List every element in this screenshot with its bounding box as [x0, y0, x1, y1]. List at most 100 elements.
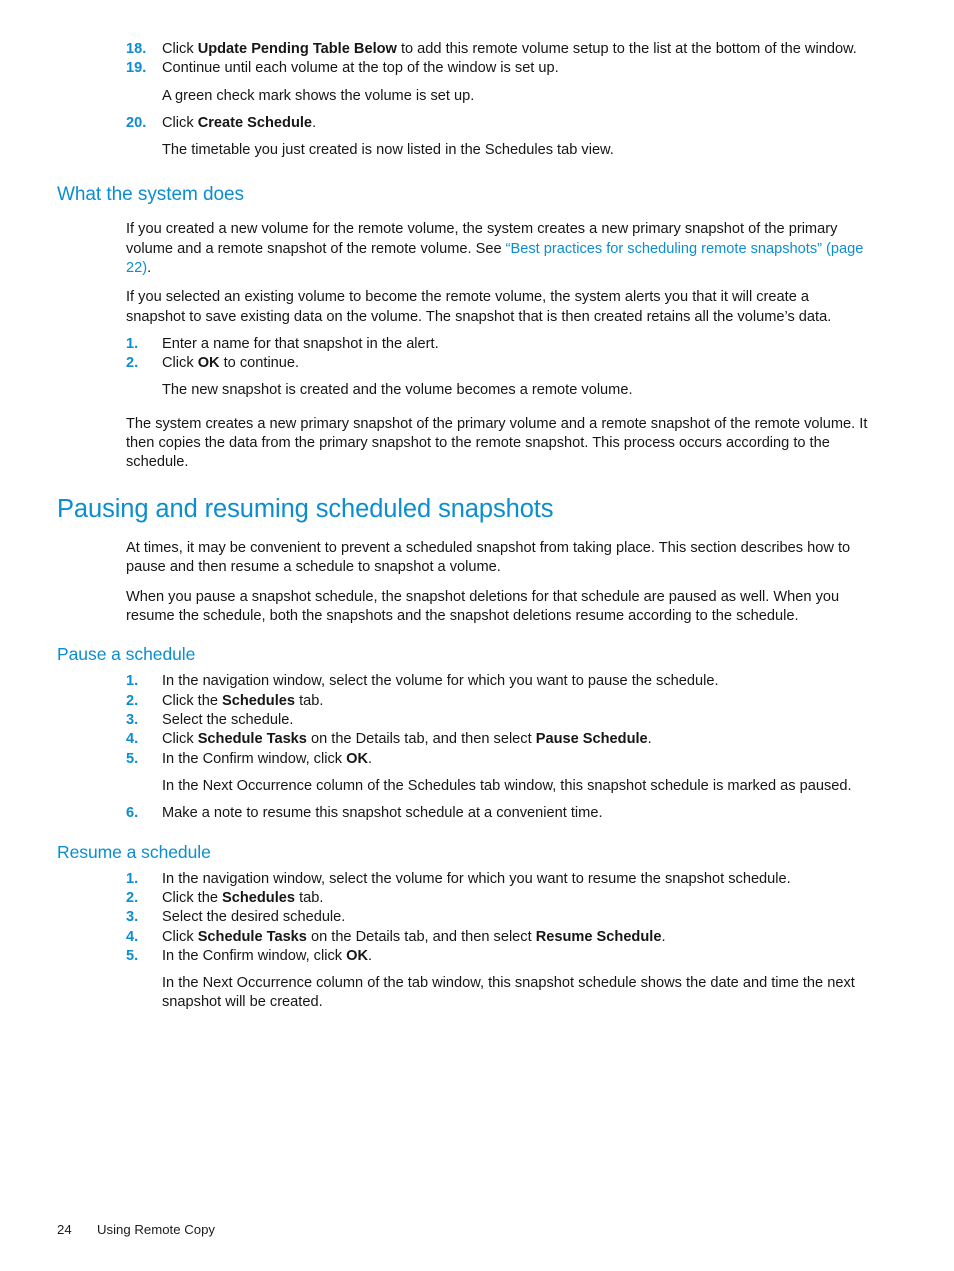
- list-item-number: 1.: [126, 870, 139, 887]
- text-pre: Click: [162, 355, 198, 372]
- list-item: 1. In the navigation window, select the …: [57, 672, 869, 691]
- list-item-text: Make a note to resume this snapshot sche…: [162, 805, 603, 822]
- footer-chapter-title: Using Remote Copy: [97, 1222, 216, 1237]
- list-item-text: Click Create Schedule.: [162, 114, 869, 133]
- text-post: .: [368, 750, 373, 767]
- document-page: 18. Click Update Pending Table Below to …: [0, 0, 954, 1271]
- pause-a-schedule-steps: 1. In the navigation window, select the …: [57, 672, 869, 823]
- text-post: .: [661, 928, 666, 945]
- page-footer: 24 Using Remote Copy: [57, 1222, 869, 1238]
- list-item-text: Enter a name for that snapshot in the al…: [162, 335, 869, 354]
- text-bold-2: Resume Schedule: [535, 928, 662, 945]
- paragraph: If you created a new volume for the remo…: [126, 220, 869, 278]
- list-item-text: Select the schedule.: [162, 712, 294, 729]
- list-item-text: In the navigation window, select the vol…: [162, 870, 791, 887]
- list-item-number: 1.: [126, 335, 139, 352]
- text-post: .: [368, 947, 373, 964]
- text-post: tab.: [295, 692, 324, 709]
- section-heading-what-the-system-does: What the system does: [57, 184, 244, 206]
- list-item-number: 3.: [126, 909, 139, 926]
- what-the-system-does-steps: 1. Enter a name for that snapshot in the…: [57, 335, 869, 374]
- list-item-number: 2.: [126, 692, 139, 709]
- text-post: to add this remote volume setup to the l…: [396, 41, 857, 57]
- text-post: .: [147, 259, 152, 276]
- text-pre: Click: [162, 731, 198, 748]
- paragraph: If you selected an existing volume to be…: [126, 289, 832, 325]
- list-item: 1. Enter a name for that snapshot in the…: [57, 335, 869, 354]
- text-post: to continue.: [219, 355, 300, 372]
- list-item: 3. Select the desired schedule.: [57, 908, 869, 927]
- text-mid: on the Details tab, and then select: [306, 731, 536, 748]
- list-item: 18. Click Update Pending Table Below to …: [57, 40, 869, 59]
- resume-a-schedule-steps: 1. In the navigation window, select the …: [57, 870, 869, 1013]
- chapter-heading-pausing-and-resuming: Pausing and resuming scheduled snapshots: [57, 494, 554, 523]
- list-item-number: 20.: [126, 114, 147, 131]
- paragraph: When you pause a snapshot schedule, the …: [126, 588, 840, 625]
- text-post: tab.: [295, 889, 324, 906]
- text-pre: Click: [162, 41, 198, 57]
- list-item-number: 4.: [126, 928, 139, 945]
- section-heading-resume-a-schedule: Resume a schedule: [57, 841, 211, 862]
- text-pre: Click: [162, 928, 198, 945]
- list-item-number: 19.: [126, 60, 147, 77]
- list-item-text: Click Schedule Tasks on the Details tab,…: [162, 928, 869, 947]
- text-pre: Enter a name for that snapshot in the al…: [162, 335, 439, 352]
- text-pre: Click: [162, 114, 198, 131]
- list-item: 3. Select the schedule.: [57, 711, 869, 730]
- text-bold: Schedules: [222, 889, 296, 906]
- text-bold: OK: [197, 355, 220, 372]
- text-pre: Continue until each volume at the top of…: [162, 60, 559, 77]
- list-item-number: 5.: [126, 947, 139, 964]
- list-item-text: Click the Schedules tab.: [162, 692, 869, 711]
- text-bold: Schedule Tasks: [197, 731, 307, 748]
- list-item: 6. Make a note to resume this snapshot s…: [57, 804, 869, 823]
- list-item-text: In the navigation window, select the vol…: [162, 673, 719, 690]
- list-item: 4. Click Schedule Tasks on the Details t…: [57, 928, 869, 947]
- step-note: The new snapshot is created and the volu…: [162, 382, 633, 399]
- text-bold: Update Pending Table Below: [197, 41, 397, 57]
- continued-steps-list: 18. Click Update Pending Table Below to …: [57, 40, 869, 160]
- list-item: 4. Click Schedule Tasks on the Details t…: [57, 730, 869, 749]
- page-content: 18. Click Update Pending Table Below to …: [57, 40, 869, 1013]
- text-pre: In the Confirm window, click: [162, 750, 347, 767]
- list-item-text: Click OK to continue.: [162, 354, 869, 373]
- list-item-text: Click Schedule Tasks on the Details tab,…: [162, 730, 869, 749]
- list-item-number: 2.: [126, 355, 139, 372]
- list-item-number: 4.: [126, 731, 139, 748]
- text-bold-2: Pause Schedule: [535, 731, 648, 748]
- text-bold: OK: [346, 947, 369, 964]
- list-item: 2. Click the Schedules tab.: [57, 692, 869, 711]
- text-pre: In the Confirm window, click: [162, 947, 347, 964]
- text-post: .: [312, 114, 317, 131]
- list-item-text: Click Update Pending Table Below to add …: [162, 40, 869, 59]
- list-item-number: 18.: [126, 41, 147, 57]
- section-heading-pause-a-schedule: Pause a schedule: [57, 644, 196, 665]
- list-item: 1. In the navigation window, select the …: [57, 870, 869, 889]
- list-item-text: Select the desired schedule.: [162, 909, 346, 926]
- list-item-number: 2.: [126, 889, 139, 906]
- list-item-number: 1.: [126, 673, 139, 690]
- list-item: 19. Continue until each volume at the to…: [57, 59, 869, 78]
- text-bold: Create Schedule: [197, 114, 313, 131]
- text-pre: Click the: [162, 889, 223, 906]
- text-bold: Schedules: [222, 692, 296, 709]
- list-item-text: In the Confirm window, click OK.: [162, 750, 869, 769]
- step-note: In the Next Occurrence column of the tab…: [162, 975, 855, 1011]
- page-number: 24: [57, 1222, 72, 1237]
- list-item: 20. Click Create Schedule.: [57, 114, 869, 133]
- step-note: A green check mark shows the volume is s…: [162, 87, 475, 104]
